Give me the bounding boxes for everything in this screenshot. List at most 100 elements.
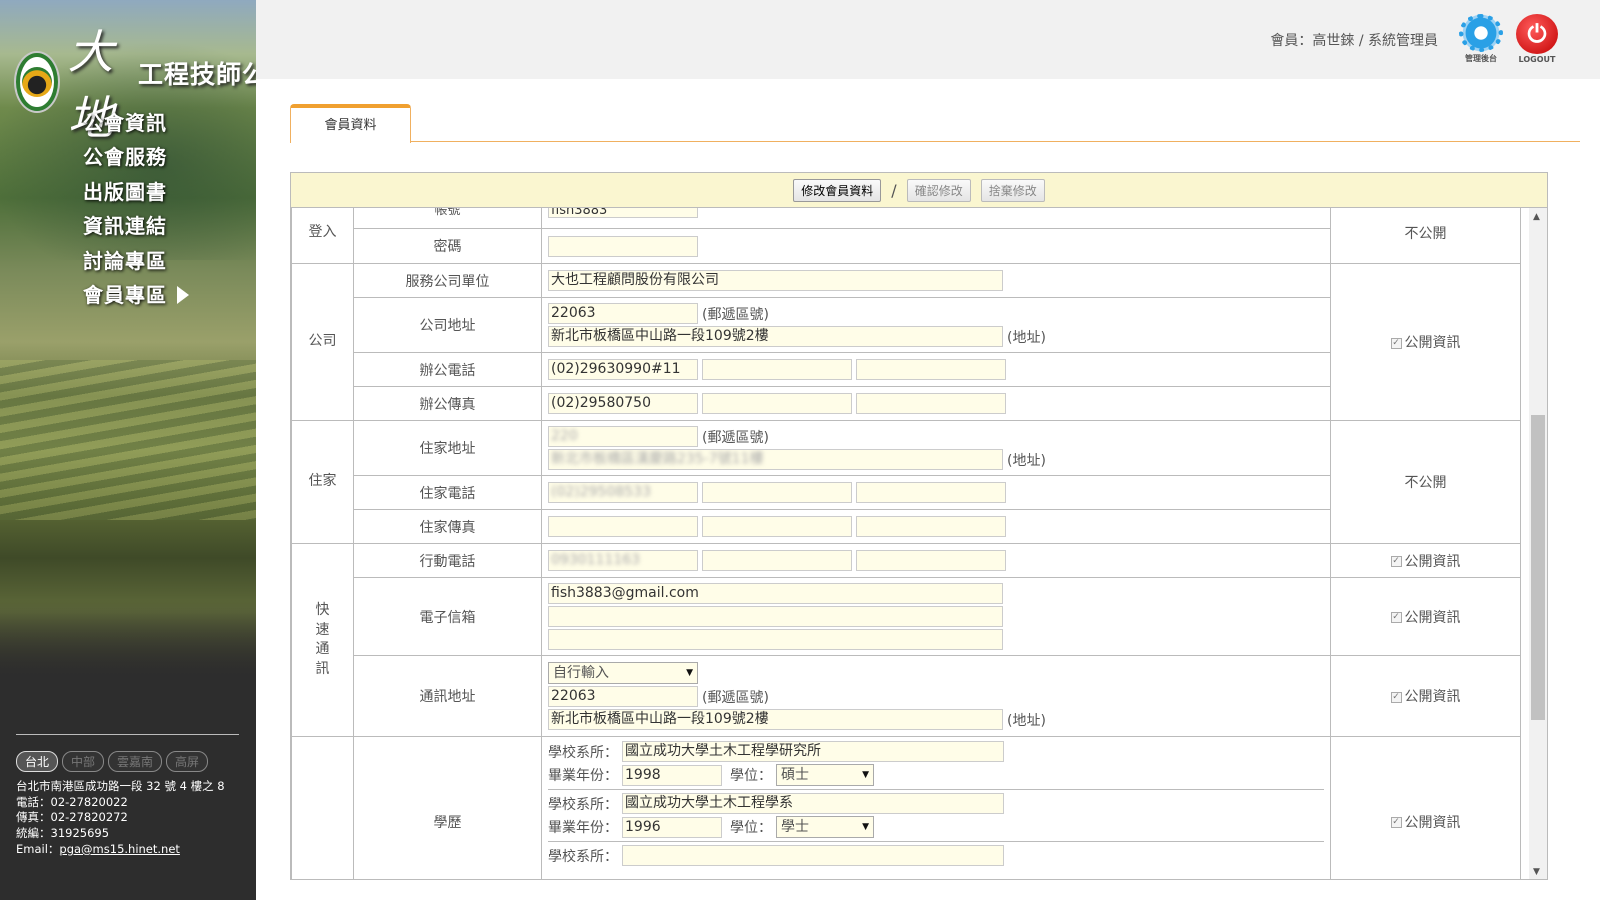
- home-address-label: 住家地址: [353, 420, 542, 476]
- home-fax-input-1[interactable]: [548, 516, 698, 537]
- home-phone-input-1[interactable]: (02)29508533: [548, 482, 698, 503]
- year-input[interactable]: 1998: [622, 764, 722, 786]
- mail-privacy-label: 公開資訊: [1404, 689, 1461, 705]
- edit-member-button[interactable]: 修改會員資料: [793, 178, 882, 202]
- category-login: 登入: [291, 208, 354, 264]
- confirm-edit-button[interactable]: 確認修改: [906, 178, 971, 202]
- email-input-2[interactable]: [548, 606, 1003, 627]
- contact-phone: 電話：02-27820022: [16, 794, 128, 809]
- mobile-input-1[interactable]: 0930111163: [548, 550, 698, 571]
- company-unit-label: 服務公司單位: [353, 263, 542, 298]
- scroll-down-icon[interactable]: ▼: [1533, 867, 1540, 877]
- company-address-input[interactable]: 新北市板橋區中山路一段109號2樓: [548, 326, 1003, 347]
- discard-edit-button[interactable]: 捨棄修改: [980, 178, 1045, 202]
- password-input[interactable]: [548, 235, 698, 257]
- nav-item-publications[interactable]: 出版圖書: [83, 175, 189, 209]
- checkbox-icon[interactable]: ✓: [1390, 556, 1402, 567]
- school-input[interactable]: 國立成功大學土木工程學研究所: [622, 741, 1004, 762]
- table-row: 登入 帳號 fish3883 不公開: [291, 208, 1521, 264]
- account-cell: fish3883: [541, 208, 1331, 229]
- login-privacy: 不公開: [1330, 208, 1521, 264]
- contact-email-link[interactable]: pga@ms15.hinet.net: [59, 842, 180, 856]
- user-info: 會員：高世錸 / 系統管理員: [1270, 33, 1438, 49]
- checkbox-icon[interactable]: ✓: [1390, 612, 1402, 623]
- degree-select[interactable]: 學士: [776, 816, 874, 838]
- home-fax-input-3[interactable]: [856, 516, 1006, 537]
- mail-address-select[interactable]: 自行輸入: [548, 662, 698, 684]
- nav-item-association-services[interactable]: 公會服務: [83, 140, 189, 174]
- school-input[interactable]: [622, 845, 1004, 866]
- nav-item-member-area[interactable]: 會員專區: [83, 278, 189, 312]
- home-phone-input-3[interactable]: [856, 482, 1006, 503]
- mail-privacy: ✓ 公開資訊: [1330, 655, 1521, 737]
- email-input-3[interactable]: [548, 629, 1003, 650]
- mail-zip-input[interactable]: 22063: [548, 686, 698, 707]
- school-label: 學校系所：: [548, 796, 618, 813]
- nav-item-info-links[interactable]: 資訊連結: [83, 209, 189, 243]
- logout-button[interactable]: ⏻ LOGOUT: [1512, 14, 1562, 64]
- education-label: 學歷: [353, 736, 542, 879]
- scrollbar[interactable]: ▲ ▼: [1529, 208, 1547, 879]
- education-divider: [548, 789, 1324, 790]
- home-phone-input-2[interactable]: [702, 482, 852, 503]
- degree-label: 學位：: [730, 820, 772, 836]
- mobile-privacy-label: 公開資訊: [1404, 553, 1461, 570]
- form-scroll-area[interactable]: 登入 帳號 fish3883 不公開 密碼 公司 服務公司單位 大也工程顧問股份…: [291, 208, 1547, 879]
- region-tab-kaoping[interactable]: 高屏: [166, 751, 209, 772]
- office-fax-label: 辦公傳真: [353, 386, 542, 421]
- scroll-up-icon[interactable]: ▲: [1533, 212, 1540, 222]
- home-zip-input[interactable]: 220: [548, 426, 698, 447]
- checkbox-icon[interactable]: ✓: [1390, 817, 1402, 828]
- school-input[interactable]: 國立成功大學土木工程學系: [622, 793, 1004, 814]
- admin-button[interactable]: 管理後台: [1456, 14, 1506, 64]
- office-fax-input-3[interactable]: [856, 393, 1006, 414]
- region-tab-central[interactable]: 中部: [62, 751, 105, 772]
- table-row: 快速通訊 行動電話 0930111163 ✓ 公開資訊: [291, 543, 1521, 737]
- contact-address: 台北市南港區成功路一段 32 號 4 樓之 8: [16, 779, 225, 793]
- header: 會員：高世錸 / 系統管理員 管理後台 ⏻ LOGOUT: [256, 0, 1600, 79]
- checkbox-icon[interactable]: ✓: [1390, 337, 1402, 349]
- office-phone-input-2[interactable]: [702, 359, 852, 380]
- account-label: 帳號: [353, 208, 542, 229]
- logo-emblem-icon: [16, 53, 58, 111]
- email-input-1[interactable]: fish3883@gmail.com: [548, 583, 1003, 604]
- home-address-input[interactable]: 新北市板橋區漢慶路235-7號11樓: [548, 449, 1003, 470]
- scrollbar-thumb[interactable]: [1531, 415, 1545, 720]
- landscape-fields: [0, 360, 256, 520]
- category-home: 住家: [291, 420, 354, 544]
- contact-info: 台北市南港區成功路一段 32 號 4 樓之 8 電話：02-27820022 傳…: [16, 779, 225, 858]
- admin-label: 管理後台: [1465, 54, 1497, 63]
- region-tab-taipei[interactable]: 台北: [16, 751, 59, 772]
- office-phone-input-1[interactable]: (02)29630990#11: [548, 359, 698, 380]
- account-input[interactable]: fish3883: [548, 208, 698, 218]
- education-privacy-label: 公開資訊: [1404, 814, 1461, 831]
- home-fax-label: 住家傳真: [353, 509, 542, 544]
- table-row: 住家 住家地址 220 (郵遞區號) 新北市板橋區漢慶路235-7號11樓 (地址)…: [291, 420, 1521, 544]
- checkbox-icon[interactable]: ✓: [1390, 691, 1402, 703]
- tab-member-data[interactable]: 會員資料: [290, 104, 411, 143]
- office-fax-input-2[interactable]: [702, 393, 852, 414]
- logo-text-small: 工程技師公會: [138, 60, 256, 89]
- mail-address-input[interactable]: 新北市板橋區中山路一段109號2樓: [548, 709, 1003, 730]
- company-unit-cell: 大也工程顧問股份有限公司: [541, 263, 1331, 298]
- company-privacy: ✓ 公開資訊: [1330, 263, 1521, 421]
- education-entry: 學校系所：: [548, 845, 1324, 866]
- office-fax-input-1[interactable]: (02)29580750: [548, 393, 698, 414]
- table-row: 公司 服務公司單位 大也工程顧問股份有限公司 ✓ 公開資訊: [291, 263, 1521, 421]
- school-label: 學校系所：: [548, 744, 618, 761]
- nav-item-member-area-label: 會員專區: [83, 283, 167, 308]
- year-label: 畢業年份：: [548, 820, 618, 836]
- degree-select[interactable]: 碩士: [776, 764, 874, 786]
- home-fax-input-2[interactable]: [702, 516, 852, 537]
- mobile-input-3[interactable]: [856, 550, 1006, 571]
- mobile-value: 0930111163: [551, 552, 641, 568]
- company-zip-input[interactable]: 22063: [548, 303, 698, 324]
- nav-item-association-info[interactable]: 公會資訊: [83, 106, 189, 140]
- nav-item-discussion[interactable]: 討論專區: [83, 244, 189, 278]
- company-unit-input[interactable]: 大也工程顧問股份有限公司: [548, 270, 1003, 291]
- year-input[interactable]: 1996: [622, 816, 722, 838]
- region-tab-yunchianan[interactable]: 雲嘉南: [108, 751, 163, 772]
- mobile-input-2[interactable]: [702, 550, 852, 571]
- mail-address-label: 通訊地址: [353, 655, 542, 737]
- office-phone-input-3[interactable]: [856, 359, 1006, 380]
